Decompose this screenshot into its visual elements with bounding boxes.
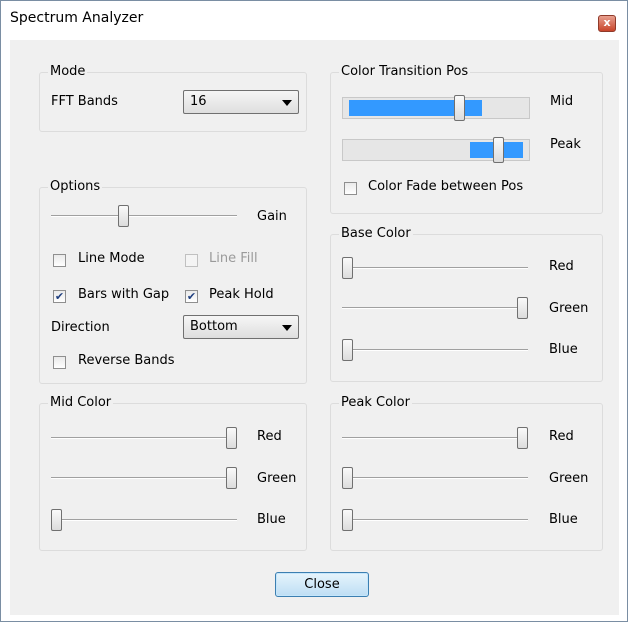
title-bar: Spectrum Analyzer x [2, 2, 626, 34]
base-green-slider-thumb[interactable] [517, 297, 528, 319]
peak-color-group-label: Peak Color [339, 395, 412, 410]
peak-green-label: Green [549, 471, 589, 486]
close-button[interactable]: Close [275, 572, 369, 597]
gain-label: Gain [257, 209, 287, 224]
peak-hold-checkbox[interactable]: ✔ [185, 290, 198, 303]
base-green-slider-track [342, 307, 528, 309]
base-blue-slider-track [342, 349, 528, 351]
mid-blue-label: Blue [257, 512, 286, 527]
mid-red-label: Red [257, 429, 282, 444]
peak-position-thumb[interactable] [492, 137, 504, 163]
mid-position-bar [342, 97, 530, 119]
options-group-label: Options [48, 179, 103, 194]
direction-value: Bottom [190, 319, 238, 334]
chevron-down-icon [282, 325, 292, 331]
peak-red-label: Red [549, 429, 574, 444]
base-red-slider-track [342, 267, 528, 269]
base-red-label: Red [549, 259, 574, 274]
mid-position-label: Mid [550, 94, 574, 109]
fft-bands-label: FFT Bands [51, 94, 118, 109]
bars-with-gap-checkbox[interactable]: ✔ [53, 290, 66, 303]
color-fade-label: Color Fade between Pos [368, 179, 524, 194]
color-fade-checkbox[interactable] [344, 182, 357, 195]
mid-green-slider-track [51, 477, 237, 479]
window-title: Spectrum Analyzer [10, 10, 144, 26]
mid-blue-slider-thumb[interactable] [51, 509, 62, 531]
mid-blue-slider-track [51, 519, 237, 521]
peak-blue-label: Blue [549, 512, 578, 527]
mid-red-slider-track [51, 437, 237, 439]
fft-bands-dropdown[interactable]: 16 [183, 90, 299, 114]
mid-color-group-label: Mid Color [48, 395, 114, 410]
color-transition-group-label: Color Transition Pos [339, 64, 471, 79]
peak-hold-label: Peak Hold [209, 287, 274, 302]
base-green-label: Green [549, 301, 589, 316]
base-color-group-label: Base Color [339, 226, 413, 241]
line-fill-label: Line Fill [209, 251, 258, 266]
close-icon[interactable]: x [598, 15, 616, 32]
gain-slider-thumb[interactable] [117, 205, 129, 227]
reverse-bands-label: Reverse Bands [78, 353, 175, 368]
line-fill-checkbox [185, 254, 198, 267]
direction-label: Direction [51, 320, 110, 335]
base-blue-label: Blue [549, 342, 578, 357]
close-button-label: Close [304, 577, 340, 592]
peak-red-slider-thumb[interactable] [517, 427, 528, 449]
mid-green-slider-thumb[interactable] [226, 467, 237, 489]
chevron-down-icon [282, 100, 292, 106]
peak-green-slider-thumb[interactable] [342, 467, 353, 489]
mid-position-thumb[interactable] [454, 95, 465, 121]
spectrum-analyzer-window: Spectrum Analyzer x Mode FFT Bands 16 Op… [0, 0, 628, 622]
base-blue-slider-thumb[interactable] [342, 339, 353, 361]
peak-red-slider-track [342, 437, 528, 439]
reverse-bands-checkbox[interactable] [53, 356, 66, 369]
gain-slider-track [51, 215, 237, 217]
peak-green-slider-track [342, 477, 528, 479]
line-mode-label: Line Mode [78, 251, 145, 266]
mid-red-slider-thumb[interactable] [226, 427, 237, 449]
base-red-slider-thumb[interactable] [342, 257, 353, 279]
mid-green-label: Green [257, 471, 297, 486]
peak-blue-slider-thumb[interactable] [342, 509, 353, 531]
bars-with-gap-label: Bars with Gap [78, 287, 170, 302]
peak-position-label: Peak [550, 137, 581, 152]
peak-blue-slider-track [342, 519, 528, 521]
line-mode-checkbox[interactable] [53, 254, 66, 267]
direction-dropdown[interactable]: Bottom [183, 315, 299, 339]
fft-bands-value: 16 [190, 94, 207, 109]
mode-group-label: Mode [48, 64, 88, 79]
